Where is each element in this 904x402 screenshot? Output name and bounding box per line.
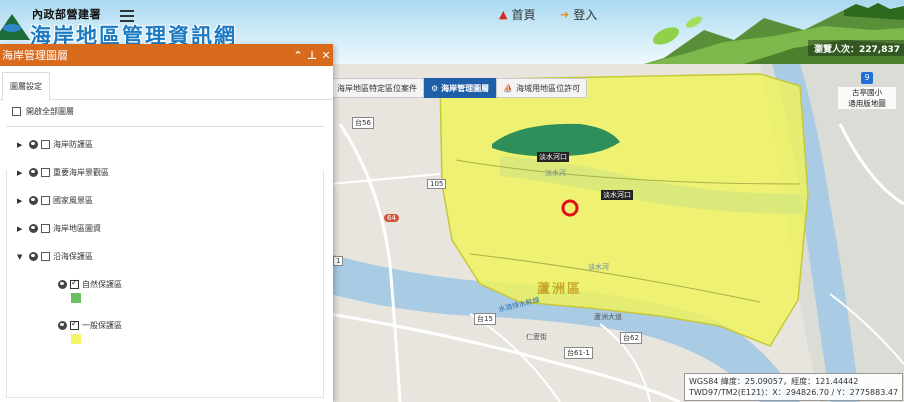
map-label-tai62: 台62	[620, 332, 642, 344]
layer-checkbox[interactable]	[41, 140, 50, 149]
caret-right-icon[interactable]: ▶	[17, 225, 26, 233]
sublayer-general-reserve[interactable]: 一般保護區	[58, 319, 122, 331]
layer-item-coastal-reserve[interactable]: ▼ 沿海保護區	[17, 251, 93, 262]
map-function-tabs: 海岸地區特定區位案件 ⚙ 海岸管理圖層 ⛵ 海域用地區位許可	[330, 78, 588, 98]
map-label-danshui-river-2: 淡水河	[588, 263, 609, 271]
layer-label: 重要海岸景觀區	[53, 168, 109, 177]
layer-panel-title: 海岸管理圖層	[2, 49, 68, 62]
visitor-count: 瀏覽人次：227,837	[808, 40, 904, 56]
home-icon: ▲	[499, 8, 508, 21]
legend-swatch-natural	[71, 293, 81, 303]
coordinate-readout: WGS84 緯度：25.09057，經度：121.44442 TWD97/TM2…	[684, 373, 904, 401]
layer-item-coastal-data[interactable]: ▶ 海岸地區圖資	[17, 223, 101, 234]
caret-right-icon[interactable]: ▶	[17, 141, 26, 149]
sublayer-label: 自然保護區	[82, 280, 122, 289]
layer-label: 海岸防護區	[53, 140, 93, 149]
sublayer-checkbox-checked[interactable]	[70, 319, 79, 330]
nav-login-link[interactable]: ➜ 登入	[560, 6, 597, 23]
layer-label: 國家風景區	[53, 196, 93, 205]
collapse-icon[interactable]: ⌃	[291, 49, 305, 62]
close-icon[interactable]: ✕	[319, 49, 333, 62]
tab-layer-settings[interactable]: 圖層設定	[2, 72, 50, 101]
map-label-luzhou: 蘆洲區	[537, 282, 583, 297]
layer-panel: 海岸管理圖層 ⌃ ⊥ ✕ 圖層設定 開啟全部圖層 ▶ 海岸防護區 ▶ 重要海岸景…	[0, 44, 333, 402]
sublayer-label: 一般保護區	[82, 321, 122, 330]
globe-icon[interactable]	[58, 321, 67, 330]
logo-icon[interactable]	[0, 14, 30, 40]
open-all-checkbox[interactable]	[12, 107, 21, 116]
sublayer-natural-reserve[interactable]: 自然保護區	[58, 278, 122, 290]
minimize-icon[interactable]: ⊥	[305, 49, 319, 62]
caret-right-icon[interactable]: ▶	[17, 197, 26, 205]
gear-icon: ⚙	[431, 83, 439, 93]
map-label-64: 64	[384, 214, 399, 222]
open-all-layers[interactable]: 開啟全部圖層	[12, 106, 74, 117]
tab-coastal-case[interactable]: 海岸地區特定區位案件	[330, 78, 424, 98]
open-all-label: 開啟全部圖層	[26, 107, 74, 116]
nav-home-link[interactable]: ▲ 首頁	[499, 6, 535, 23]
map-label-tai15: 台15	[474, 313, 496, 325]
nav-login-label: 登入	[573, 8, 598, 22]
map-label-rensheng: 仁愛街	[526, 333, 547, 341]
map-label-tai61a: 台61-1	[564, 347, 593, 359]
gmap-label-line1: 古亭國小	[838, 87, 896, 98]
layer-label: 海岸地區圖資	[53, 224, 101, 233]
map-label-1: 1	[333, 256, 344, 266]
gmap-label-line2: 通用版地圖	[838, 98, 896, 109]
coords-twd97: TWD97/TM2(E121)：X：294826.70 / Y：2775883.…	[689, 388, 899, 397]
login-icon: ➜	[560, 8, 570, 21]
layer-label: 沿海保護區	[53, 252, 93, 261]
tab-sea-area-permit[interactable]: ⛵ 海域用地區位許可	[496, 78, 588, 98]
panel-tabbar: 圖層設定	[0, 66, 333, 101]
google-map-switch-button[interactable]: 9 古亭國小 通用版地圖	[838, 72, 896, 124]
globe-icon[interactable]	[29, 168, 38, 177]
layer-panel-header[interactable]: 海岸管理圖層 ⌃ ⊥ ✕	[0, 44, 333, 66]
sublayer-checkbox-checked[interactable]	[70, 278, 79, 289]
globe-icon[interactable]	[29, 224, 38, 233]
globe-icon[interactable]	[29, 252, 38, 261]
globe-icon[interactable]	[29, 196, 38, 205]
layer-checkbox[interactable]	[41, 252, 50, 261]
map-label-tai56: 台56	[352, 117, 374, 129]
map-label-river-mouth-2: 淡水河口	[601, 190, 633, 200]
layer-item-national-scenic[interactable]: ▶ 國家風景區	[17, 195, 93, 206]
ship-icon: ⛵	[503, 83, 514, 93]
layer-checkbox[interactable]	[41, 168, 50, 177]
layer-checkbox[interactable]	[41, 196, 50, 205]
globe-icon[interactable]	[29, 140, 38, 149]
legend-swatch-general	[71, 334, 81, 344]
nav-home-label: 首頁	[511, 8, 536, 22]
tab-coastal-layers[interactable]: ⚙ 海岸管理圖層	[424, 78, 497, 98]
caret-right-icon[interactable]: ▶	[17, 169, 26, 177]
caret-down-icon[interactable]: ▼	[17, 253, 26, 261]
panel-divider	[6, 126, 324, 127]
map-badge-icon: 9	[861, 72, 873, 84]
map-label-105: 105	[427, 179, 447, 189]
hamburger-menu-button[interactable]	[120, 10, 134, 22]
layer-item-coastal-protection[interactable]: ▶ 海岸防護區	[17, 139, 93, 150]
map-label-luzhou-road: 蘆洲大道	[594, 313, 622, 321]
map-label-danshui-river-1: 淡水河	[545, 169, 566, 177]
map-label-river-mouth-1: 淡水河口	[537, 152, 569, 162]
globe-icon[interactable]	[58, 280, 67, 289]
layer-item-coastal-landscape[interactable]: ▶ 重要海岸景觀區	[17, 167, 109, 178]
coords-wgs84: WGS84 緯度：25.09057，經度：121.44442	[689, 377, 859, 386]
layer-checkbox[interactable]	[41, 224, 50, 233]
